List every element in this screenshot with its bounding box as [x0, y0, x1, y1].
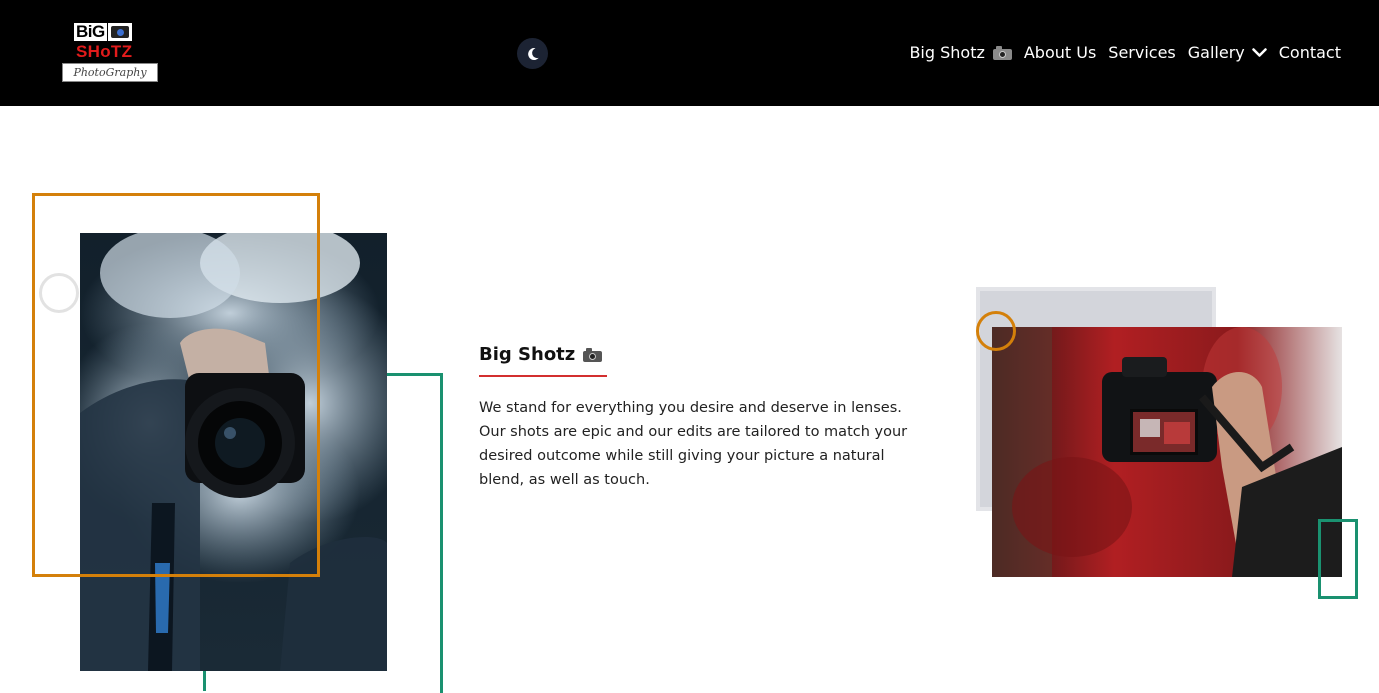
decorative-orange-frame — [32, 193, 320, 577]
site-logo[interactable]: BiG SHoTZ PhotoGraphy — [62, 21, 158, 83]
nav-item-big-shotz[interactable]: Big Shotz — [909, 40, 1012, 66]
moon-icon — [527, 47, 539, 60]
camera-screen-image — [992, 327, 1342, 577]
logo-photography-text: PhotoGraphy — [62, 63, 158, 82]
decorative-green-line — [387, 373, 443, 693]
main-nav: Big Shotz About Us Services Gallery Cont… — [909, 40, 1341, 66]
decorative-orange-circle — [976, 311, 1016, 351]
logo-shotz-text: SHoTZ — [76, 42, 133, 61]
nav-item-label: About Us — [1023, 43, 1097, 62]
section-title: Big Shotz — [479, 340, 929, 370]
chevron-down-icon — [1252, 48, 1267, 57]
nav-item-services[interactable]: Services — [1108, 40, 1175, 66]
section-description: We stand for everything you desire and d… — [479, 400, 908, 488]
camera-screen-photo-icon — [992, 327, 1342, 577]
site-header: BiG SHoTZ PhotoGraphy Big Shotz About Us… — [0, 0, 1379, 106]
decorative-green-stub — [203, 671, 206, 691]
logo-camera-icon — [107, 23, 132, 41]
nav-item-contact[interactable]: Contact — [1279, 40, 1341, 66]
nav-item-label: Services — [1108, 43, 1176, 62]
nav-item-about-us[interactable]: About Us — [1024, 40, 1096, 66]
decorative-green-rectangle — [1318, 519, 1358, 599]
nav-item-gallery[interactable]: Gallery — [1188, 40, 1267, 66]
camera-icon — [583, 348, 603, 362]
title-underline — [479, 375, 607, 377]
nav-item-label: Big Shotz — [909, 43, 985, 62]
nav-item-label: Contact — [1278, 43, 1341, 62]
logo-top-row: BiG — [74, 23, 132, 41]
about-section: Big Shotz We stand for everything you de… — [479, 340, 929, 492]
camera-icon — [992, 46, 1012, 60]
nav-item-label: Gallery — [1187, 43, 1245, 62]
logo-big-text: BiG — [74, 22, 107, 41]
theme-toggle-button[interactable] — [517, 38, 548, 69]
section-title-text: Big Shotz — [479, 344, 576, 365]
decorative-grey-circle — [39, 273, 79, 313]
